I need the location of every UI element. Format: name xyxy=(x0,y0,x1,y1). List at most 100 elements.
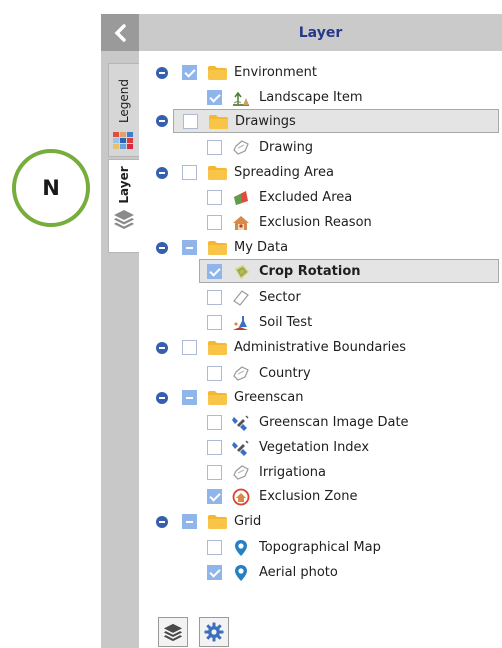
layer-checkbox[interactable] xyxy=(182,390,197,405)
tree-item-soil-test[interactable]: Soil Test xyxy=(139,311,502,335)
tree-group-my-data[interactable]: My Data xyxy=(139,236,502,260)
tree-group-administrative-boundaries[interactable]: Administrative Boundaries xyxy=(139,336,502,360)
tree-label: Country xyxy=(259,366,311,381)
layer-checkbox[interactable] xyxy=(207,264,222,279)
tree-item-aerial-photo[interactable]: Aerial photo xyxy=(139,561,502,585)
excluded-area-icon xyxy=(234,191,248,205)
collapse-panel-button[interactable] xyxy=(101,14,139,51)
tree-label: Crop Rotation xyxy=(259,264,361,279)
layer-checkbox[interactable] xyxy=(207,415,222,430)
tree-label: Soil Test xyxy=(259,315,313,330)
exclusion-reason-icon xyxy=(233,216,249,230)
folder-icon xyxy=(208,341,227,355)
tree-label: Aerial photo xyxy=(259,565,338,580)
tree-item-crop-rotation[interactable]: Crop Rotation xyxy=(199,259,499,283)
tree-group-environment[interactable]: Environment xyxy=(139,61,502,85)
layer-checkbox[interactable] xyxy=(207,366,222,381)
layers-icon xyxy=(163,623,183,642)
tree-label: Administrative Boundaries xyxy=(234,340,407,355)
north-compass-badge: N xyxy=(12,149,90,227)
tree-item-landscape-item[interactable]: Landscape Item xyxy=(139,86,502,110)
satellite-icon xyxy=(232,414,250,432)
tab-legend-label: Legend xyxy=(117,78,131,124)
layer-checkbox[interactable] xyxy=(182,514,197,529)
layer-checkbox[interactable] xyxy=(182,240,197,255)
tree-item-exclusion-reason[interactable]: Exclusion Reason xyxy=(139,211,502,235)
folder-icon xyxy=(209,115,228,129)
layer-checkbox[interactable] xyxy=(207,489,222,504)
tree-item-sector[interactable]: Sector xyxy=(139,286,502,310)
tree-item-excluded-area[interactable]: Excluded Area xyxy=(139,186,502,210)
tree-label: Topographical Map xyxy=(259,540,381,555)
tree-label: Landscape Item xyxy=(259,90,363,105)
soil-test-icon xyxy=(233,316,248,330)
panel-title: Layer xyxy=(298,24,343,41)
tree-label: Greenscan Image Date xyxy=(259,415,409,430)
tree-item-greenscan-image-date[interactable]: Greenscan Image Date xyxy=(139,411,502,435)
layer-checkbox[interactable] xyxy=(207,565,222,580)
chevron-left-icon xyxy=(114,23,126,42)
collapse-group-icon[interactable] xyxy=(156,115,168,127)
layer-tree: Environment Landscape Item Drawings Draw… xyxy=(139,51,502,648)
layer-checkbox[interactable] xyxy=(182,165,197,180)
tree-label: Irrigationa xyxy=(259,465,326,480)
tree-item-irrigationa[interactable]: Irrigationa xyxy=(139,461,502,485)
sector-icon xyxy=(233,290,249,306)
folder-icon xyxy=(208,515,227,529)
layer-checkbox[interactable] xyxy=(207,215,222,230)
layer-checkbox[interactable] xyxy=(182,340,197,355)
tree-item-country[interactable]: Country xyxy=(139,362,502,386)
tree-label: Sector xyxy=(259,290,301,305)
landscape-item-icon xyxy=(233,91,249,106)
layers-button[interactable] xyxy=(158,617,188,647)
tree-group-greenscan[interactable]: Greenscan xyxy=(139,386,502,410)
tree-group-spreading-area[interactable]: Spreading Area xyxy=(139,161,502,185)
exclusion-zone-icon xyxy=(232,488,250,506)
gear-icon xyxy=(204,622,224,642)
folder-icon xyxy=(208,66,227,80)
layer-checkbox[interactable] xyxy=(207,140,222,155)
layer-checkbox[interactable] xyxy=(207,440,222,455)
collapse-group-icon[interactable] xyxy=(156,67,168,79)
tree-item-vegetation-index[interactable]: Vegetation Index xyxy=(139,436,502,460)
collapse-group-icon[interactable] xyxy=(156,342,168,354)
tree-label: Vegetation Index xyxy=(259,440,370,455)
collapse-group-icon[interactable] xyxy=(156,516,168,528)
layer-checkbox[interactable] xyxy=(207,465,222,480)
collapse-group-icon[interactable] xyxy=(156,167,168,179)
panel-side-tabs: Legend Layer xyxy=(101,14,139,648)
layer-checkbox[interactable] xyxy=(207,290,222,305)
folder-icon xyxy=(208,166,227,180)
map-pin-icon xyxy=(232,539,250,557)
legend-palette-icon xyxy=(113,132,133,149)
layer-checkbox[interactable] xyxy=(183,114,198,129)
tab-layer[interactable]: Layer xyxy=(108,159,139,253)
tree-label: Greenscan xyxy=(234,390,304,405)
tree-item-exclusion-zone[interactable]: Exclusion Zone xyxy=(139,485,502,509)
drawing-shape-icon xyxy=(232,139,250,157)
collapse-group-icon[interactable] xyxy=(156,392,168,404)
tree-label: Grid xyxy=(234,514,262,529)
tab-layer-label: Layer xyxy=(117,166,131,204)
collapse-group-icon[interactable] xyxy=(156,242,168,254)
drawing-shape-icon xyxy=(232,365,250,383)
layer-checkbox[interactable] xyxy=(207,540,222,555)
layer-checkbox[interactable] xyxy=(182,65,197,80)
tree-label: Exclusion Reason xyxy=(259,215,372,230)
settings-button[interactable] xyxy=(199,617,229,647)
tab-legend[interactable]: Legend xyxy=(108,63,139,157)
tree-group-drawings[interactable]: Drawings xyxy=(173,109,499,133)
tree-label: Drawing xyxy=(259,140,314,155)
tree-expander-row xyxy=(139,109,173,133)
layer-checkbox[interactable] xyxy=(207,90,222,105)
layer-checkbox[interactable] xyxy=(207,315,222,330)
tree-item-topographical-map[interactable]: Topographical Map xyxy=(139,536,502,560)
map-pin-icon xyxy=(232,564,250,582)
panel-header: Layer xyxy=(139,14,502,51)
tree-label: Exclusion Zone xyxy=(259,489,358,504)
folder-icon xyxy=(208,391,227,405)
layer-checkbox[interactable] xyxy=(207,190,222,205)
tree-group-grid[interactable]: Grid xyxy=(139,510,502,534)
crop-rotation-icon xyxy=(235,265,249,279)
tree-item-drawing[interactable]: Drawing xyxy=(139,136,502,160)
